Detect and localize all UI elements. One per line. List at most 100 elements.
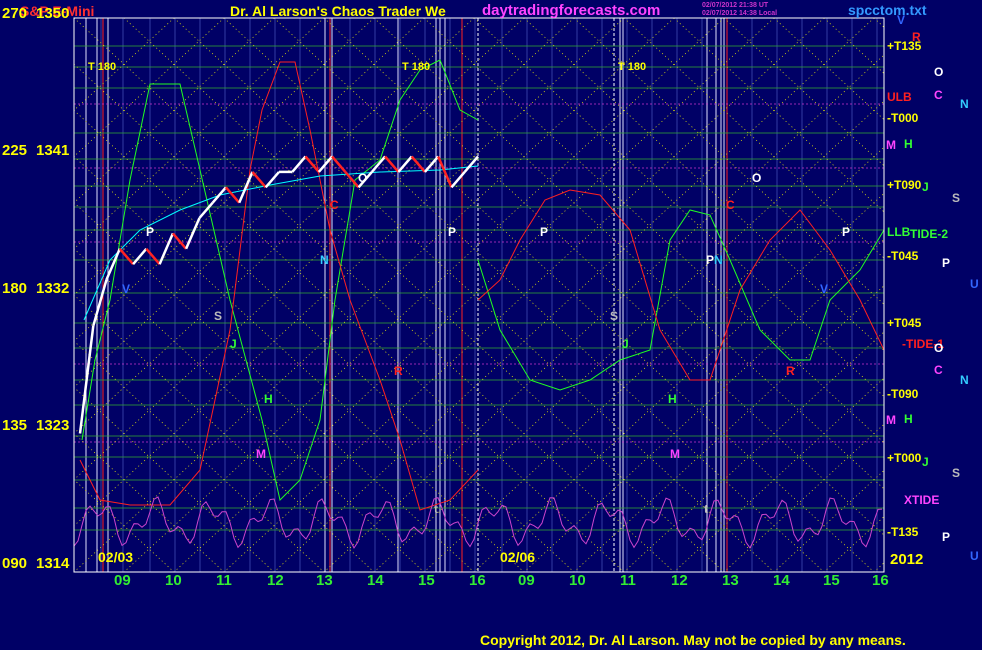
diagonal-line: [974, 18, 982, 572]
symbol-label: P: [942, 256, 951, 270]
price-label: 1332: [36, 280, 70, 297]
symbol-label: H: [904, 412, 913, 426]
symbol-label: R: [912, 30, 921, 44]
price-segment: [145, 247, 161, 266]
x-tick-label: 09: [518, 572, 535, 589]
x-tick-label: 09: [114, 572, 131, 589]
angle-label: 225: [2, 142, 28, 159]
symbol-label: J: [922, 455, 929, 469]
level-label: -T090: [887, 387, 919, 401]
level-label: XTIDE: [904, 493, 940, 507]
date-label: 02/06: [500, 549, 536, 565]
plot-letter: P: [146, 225, 155, 239]
flux-line-green-2: [477, 209, 884, 391]
diagonal-line: [924, 18, 982, 572]
chart-canvas: [73, 17, 982, 573]
x-tick-label: 15: [418, 572, 435, 589]
plot-letter: P: [706, 253, 715, 267]
diagonal-line: [623, 18, 884, 259]
symbol-label: C: [934, 363, 943, 377]
diagonal-line: [523, 18, 884, 351]
file-name: spcctom.txt: [848, 2, 927, 18]
year-label: 2012: [890, 551, 924, 568]
price-label: 1341: [36, 142, 70, 159]
price-segment: [184, 217, 201, 250]
symbol-label: P: [942, 530, 951, 544]
plot-letter: H: [668, 392, 677, 406]
plot-letter: V: [820, 282, 829, 296]
x-tick-label: 13: [722, 572, 739, 589]
angle-label: 270: [2, 5, 28, 22]
symbol-label: U: [970, 277, 979, 291]
level-label: +T045: [887, 316, 922, 330]
timestamp-line-2: 02/07/2012 14:38 Local: [702, 10, 778, 17]
time-marker-label: T 180: [88, 61, 117, 73]
symbol-label: N: [960, 97, 969, 111]
symbol-label: M: [886, 413, 896, 427]
symbol-label: V: [897, 13, 906, 27]
site-name[interactable]: daytradingforecasts.com: [482, 3, 660, 18]
price-label: 1314: [36, 555, 70, 572]
x-tick-label: 10: [165, 572, 182, 589]
diagonal-line: [723, 18, 884, 167]
price-segment: [92, 279, 108, 327]
level-label: +T000: [887, 451, 922, 465]
diagonal-line: [523, 239, 884, 572]
chart-title: Dr. Al Larson's Chaos Trader We: [230, 3, 446, 19]
plot-letter: C: [726, 198, 735, 212]
price-segment: [251, 171, 267, 189]
level-label: LLB: [887, 225, 911, 239]
diagonal-line: [773, 18, 884, 121]
plot-letter: N: [320, 253, 329, 267]
moving-average: [83, 165, 479, 321]
price-segment: [211, 186, 227, 204]
diagonal-line: [74, 18, 225, 157]
x-tick-label: 12: [671, 572, 688, 589]
time-marker-label: T 180: [402, 61, 431, 73]
diagonal-line: [74, 18, 475, 388]
diagonal-line: [623, 331, 884, 572]
angle-label: 180: [2, 280, 28, 297]
level-label: ULB: [887, 90, 912, 104]
x-tick-label: 14: [367, 572, 384, 589]
diagonal-line: [974, 18, 982, 572]
plot-letter: P: [448, 225, 457, 239]
copyright-notice: Copyright 2012, Dr. Al Larson. May not b…: [480, 632, 906, 648]
level-label: +T090: [887, 178, 922, 192]
timestamp-line-1: 02/07/2012 21:38 UT: [702, 2, 769, 9]
x-tick-label: 10: [569, 572, 586, 589]
date-label: 02/03: [98, 549, 134, 565]
plot-border: [73, 17, 885, 573]
plot-letter: R: [786, 364, 795, 378]
plot-letter: C: [330, 198, 339, 212]
symbol-label: S: [952, 191, 961, 205]
price-segment: [238, 171, 254, 204]
plot-letter: M: [670, 447, 680, 461]
x-tick-label: 16: [469, 572, 486, 589]
plot-letter: R: [394, 364, 403, 378]
plot-letter: H: [264, 392, 273, 406]
time-marker-label: T 180: [618, 61, 647, 73]
level-label: -T045: [887, 249, 919, 263]
symbol-label: U: [970, 549, 979, 563]
symbol-label: TIDE-2: [910, 227, 949, 241]
plot-letter: M: [256, 447, 266, 461]
level-label: -T135: [887, 525, 919, 539]
symbol-label: O: [934, 65, 944, 79]
diagonal-line: [573, 18, 884, 305]
price-label: 1323: [36, 417, 70, 434]
symbol-label: N: [960, 373, 969, 387]
price-segment: [132, 247, 148, 266]
plot-letter: t: [704, 502, 708, 516]
price-label: 1350: [36, 5, 70, 22]
price-segment: [118, 247, 135, 266]
symbol-label: S: [952, 466, 961, 480]
plot-letter: O: [752, 171, 762, 185]
symbol-label: H: [904, 137, 913, 151]
plot-letter: J: [230, 337, 237, 351]
plot-letter: S: [214, 309, 223, 323]
x-tick-label: 11: [620, 572, 636, 589]
plot-letter: N: [714, 253, 723, 267]
plot-letter: P: [540, 225, 549, 239]
x-tick-label: 13: [316, 572, 333, 589]
